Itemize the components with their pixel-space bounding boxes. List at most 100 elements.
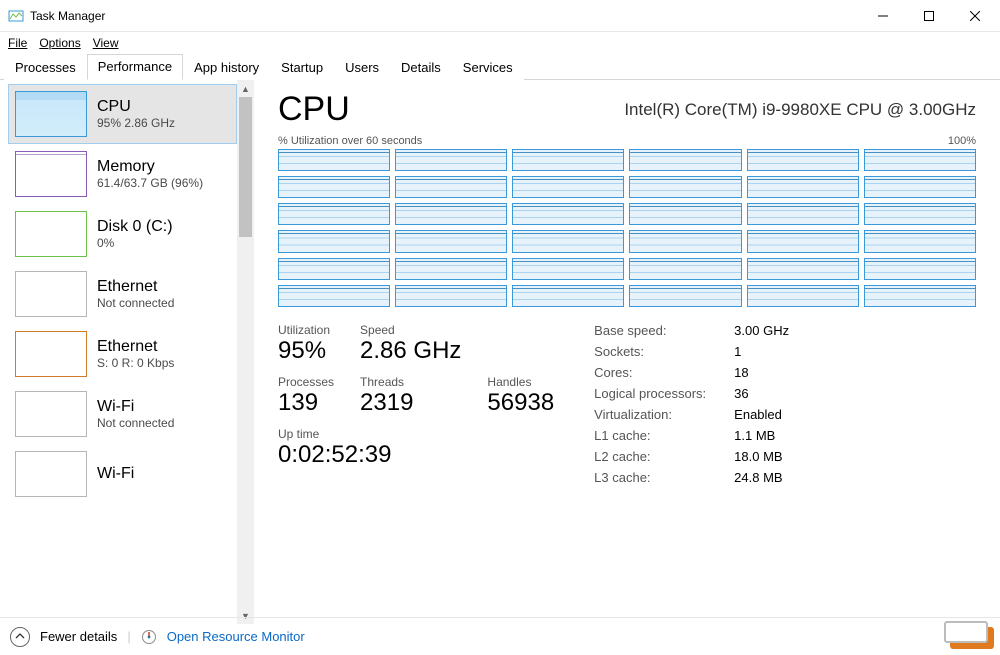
- tab-users[interactable]: Users: [334, 55, 390, 80]
- tab-startup[interactable]: Startup: [270, 55, 334, 80]
- spec-value: Enabled: [734, 407, 789, 422]
- spec-value: 24.8 MB: [734, 470, 789, 485]
- chart-label-left: % Utilization over 60 seconds: [278, 135, 422, 147]
- core-chart: [864, 285, 976, 307]
- menubar: File Options View: [0, 32, 1000, 54]
- core-chart: [629, 230, 741, 252]
- sidebar-item-ethernet-2[interactable]: EthernetS: 0 R: 0 Kbps: [8, 324, 237, 384]
- core-chart: [278, 258, 390, 280]
- core-chart: [512, 203, 624, 225]
- menu-view[interactable]: View: [93, 36, 119, 50]
- spec-value: 18.0 MB: [734, 449, 789, 464]
- sidebar-item-sub: S: 0 R: 0 Kbps: [97, 356, 174, 370]
- sidebar-scrollbar[interactable]: ▲ ▼: [237, 80, 254, 624]
- ethernet-thumb-icon: [15, 331, 87, 377]
- stat-label: Up time: [278, 427, 554, 441]
- sidebar-item-memory[interactable]: Memory61.4/63.7 GB (96%): [8, 144, 237, 204]
- sidebar-item-label: Memory: [97, 158, 203, 176]
- menu-file[interactable]: File: [8, 36, 27, 50]
- sidebar-item-label: Disk 0 (C:): [97, 218, 173, 236]
- tab-services[interactable]: Services: [452, 55, 524, 80]
- sidebar-item-disk0[interactable]: Disk 0 (C:)0%: [8, 204, 237, 264]
- sidebar-item-ethernet-1[interactable]: EthernetNot connected: [8, 264, 237, 324]
- sidebar-item-label: Wi-Fi: [97, 465, 134, 483]
- spec-label: L2 cache:: [594, 449, 706, 464]
- spec-value: 3.00 GHz: [734, 323, 789, 338]
- spec-list: Base speed:3.00 GHzSockets:1Cores:18Logi…: [594, 323, 789, 485]
- cpu-core-grid[interactable]: [278, 149, 976, 307]
- footer: Fewer details | Open Resource Monitor: [0, 617, 1000, 655]
- cpu-thumb-icon: [15, 91, 87, 137]
- sidebar-item-wifi-2[interactable]: Wi-Fi: [8, 444, 237, 504]
- core-chart: [512, 258, 624, 280]
- sidebar-item-label: Ethernet: [97, 278, 174, 296]
- core-chart: [278, 203, 390, 225]
- tab-details[interactable]: Details: [390, 55, 452, 80]
- spec-label: Base speed:: [594, 323, 706, 338]
- sidebar-item-sub: Not connected: [97, 416, 174, 430]
- tab-performance[interactable]: Performance: [87, 54, 183, 80]
- core-chart: [395, 176, 507, 198]
- stat-label: Processes: [278, 375, 334, 389]
- main-panel: CPU Intel(R) Core(TM) i9-9980XE CPU @ 3.…: [254, 80, 1000, 624]
- spec-label: Sockets:: [594, 344, 706, 359]
- sidebar-item-sub: 0%: [97, 236, 173, 250]
- core-chart: [864, 258, 976, 280]
- core-chart: [629, 176, 741, 198]
- scroll-up-button[interactable]: ▲: [237, 80, 254, 97]
- core-chart: [512, 285, 624, 307]
- core-chart: [629, 203, 741, 225]
- spec-value: 18: [734, 365, 789, 380]
- menu-options[interactable]: Options: [39, 36, 80, 50]
- titlebar: Task Manager: [0, 0, 1000, 32]
- separator: |: [127, 629, 130, 644]
- stat-label: Threads: [360, 375, 461, 389]
- taskmanager-icon: [8, 8, 24, 24]
- core-chart: [512, 230, 624, 252]
- fewer-details-link[interactable]: Fewer details: [40, 629, 117, 644]
- wifi-thumb-icon: [15, 451, 87, 497]
- tab-app-history[interactable]: App history: [183, 55, 270, 80]
- stat-label: Handles: [487, 375, 554, 389]
- core-chart: [278, 230, 390, 252]
- sidebar-item-sub: 61.4/63.7 GB (96%): [97, 176, 203, 190]
- core-chart: [747, 149, 859, 171]
- core-chart: [395, 258, 507, 280]
- core-chart: [629, 285, 741, 307]
- stat-label: Utilization: [278, 323, 334, 337]
- fewer-details-icon[interactable]: [10, 627, 30, 647]
- stat-uptime: 0:02:52:39: [278, 441, 554, 469]
- sidebar-item-label: CPU: [97, 98, 175, 116]
- close-button[interactable]: [952, 1, 998, 31]
- stat-utilization: 95%: [278, 337, 334, 365]
- stat-processes: 139: [278, 389, 334, 417]
- tab-processes[interactable]: Processes: [4, 55, 87, 80]
- sidebar: CPU95% 2.86 GHz Memory61.4/63.7 GB (96%)…: [0, 80, 254, 624]
- sidebar-item-wifi-1[interactable]: Wi-FiNot connected: [8, 384, 237, 444]
- stat-handles: 56938: [487, 389, 554, 417]
- core-chart: [512, 176, 624, 198]
- stat-speed: 2.86 GHz: [360, 337, 461, 365]
- core-chart: [395, 149, 507, 171]
- core-chart: [864, 203, 976, 225]
- maximize-button[interactable]: [906, 1, 952, 31]
- sidebar-item-sub: 95% 2.86 GHz: [97, 116, 175, 130]
- core-chart: [512, 149, 624, 171]
- sidebar-item-label: Wi-Fi: [97, 398, 174, 416]
- scroll-thumb[interactable]: [239, 97, 252, 237]
- stat-threads: 2319: [360, 389, 461, 417]
- content: CPU95% 2.86 GHz Memory61.4/63.7 GB (96%)…: [0, 80, 1000, 624]
- sidebar-item-label: Ethernet: [97, 338, 174, 356]
- spec-value: 36: [734, 386, 789, 401]
- core-chart: [395, 230, 507, 252]
- watermark-icon: [942, 619, 994, 649]
- core-chart: [864, 149, 976, 171]
- core-chart: [278, 149, 390, 171]
- open-resource-monitor-link[interactable]: Open Resource Monitor: [167, 629, 305, 644]
- core-chart: [395, 285, 507, 307]
- core-chart: [864, 176, 976, 198]
- sidebar-item-cpu[interactable]: CPU95% 2.86 GHz: [8, 84, 237, 144]
- minimize-button[interactable]: [860, 1, 906, 31]
- core-chart: [747, 203, 859, 225]
- cpu-model: Intel(R) Core(TM) i9-9980XE CPU @ 3.00GH…: [624, 100, 976, 120]
